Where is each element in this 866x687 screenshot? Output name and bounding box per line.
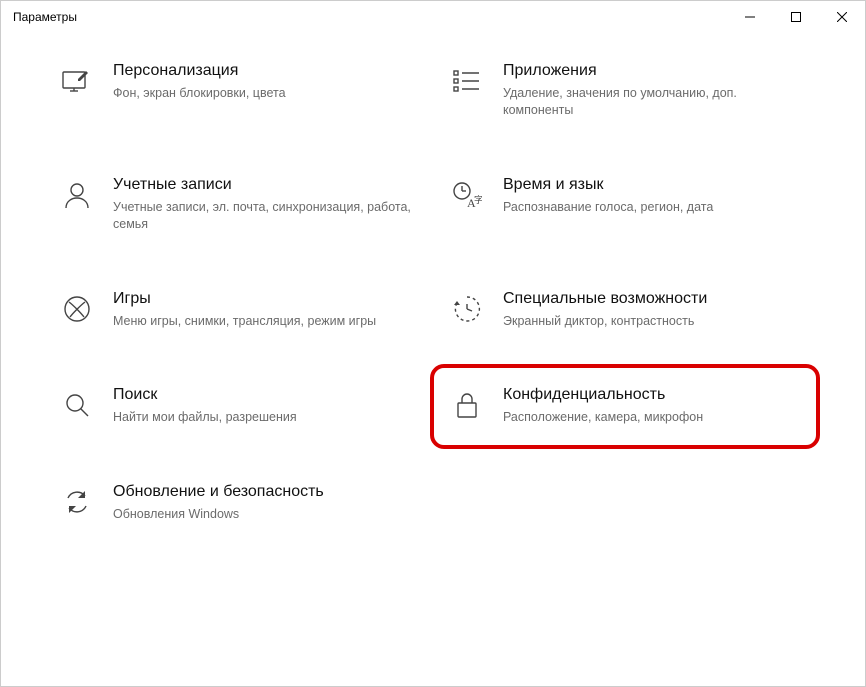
settings-grid: Персонализация Фон, экран блокировки, цв… <box>53 53 813 531</box>
maximize-button[interactable] <box>773 1 819 33</box>
time-language-icon: A 字 <box>449 177 485 213</box>
tile-title: Специальные возможности <box>503 289 807 309</box>
tile-privacy[interactable]: Конфиденциальность Расположение, камера,… <box>443 377 813 434</box>
tile-personalization[interactable]: Персонализация Фон, экран блокировки, цв… <box>53 53 423 127</box>
maximize-icon <box>791 12 801 22</box>
tile-desc: Экранный диктор, контрастность <box>503 313 807 330</box>
search-icon <box>59 387 95 423</box>
tile-time-language[interactable]: A 字 Время и язык Распознавание голоса, р… <box>443 167 813 241</box>
tile-desc: Расположение, камера, микрофон <box>503 409 807 426</box>
window-controls <box>727 1 865 33</box>
settings-home: Персонализация Фон, экран блокировки, цв… <box>1 33 865 551</box>
xbox-icon <box>59 291 95 327</box>
tile-title: Игры <box>113 289 417 309</box>
tile-title: Обновление и безопасность <box>113 482 417 502</box>
tile-title: Поиск <box>113 385 417 405</box>
tile-apps[interactable]: Приложения Удаление, значения по умолчан… <box>443 53 813 127</box>
tile-search[interactable]: Поиск Найти мои файлы, разрешения <box>53 377 423 434</box>
tile-title: Учетные записи <box>113 175 417 195</box>
tile-desc: Удаление, значения по умолчанию, доп. ко… <box>503 85 807 119</box>
minimize-button[interactable] <box>727 1 773 33</box>
close-icon <box>837 12 847 22</box>
titlebar: Параметры <box>1 1 865 33</box>
tile-title: Время и язык <box>503 175 807 195</box>
update-icon <box>59 484 95 520</box>
tile-desc: Учетные записи, эл. почта, синхронизация… <box>113 199 417 233</box>
tile-desc: Фон, экран блокировки, цвета <box>113 85 417 102</box>
tile-desc: Обновления Windows <box>113 506 417 523</box>
minimize-icon <box>745 12 755 22</box>
ease-of-access-icon <box>449 291 485 327</box>
tile-desc: Найти мои файлы, разрешения <box>113 409 417 426</box>
tile-accounts[interactable]: Учетные записи Учетные записи, эл. почта… <box>53 167 423 241</box>
tile-update-security[interactable]: Обновление и безопасность Обновления Win… <box>53 474 423 531</box>
svg-text:字: 字 <box>474 194 482 205</box>
lock-icon <box>449 387 485 423</box>
tile-desc: Распознавание голоса, регион, дата <box>503 199 807 216</box>
tile-title: Приложения <box>503 61 807 81</box>
tile-gaming[interactable]: Игры Меню игры, снимки, трансляция, режи… <box>53 281 423 338</box>
personalization-icon <box>59 63 95 99</box>
tile-desc: Меню игры, снимки, трансляция, режим игр… <box>113 313 417 330</box>
accounts-icon <box>59 177 95 213</box>
tile-title: Конфиденциальность <box>503 385 807 405</box>
tile-title: Персонализация <box>113 61 417 81</box>
window-title: Параметры <box>13 10 77 24</box>
tile-ease-of-access[interactable]: Специальные возможности Экранный диктор,… <box>443 281 813 338</box>
apps-icon <box>449 63 485 99</box>
close-button[interactable] <box>819 1 865 33</box>
